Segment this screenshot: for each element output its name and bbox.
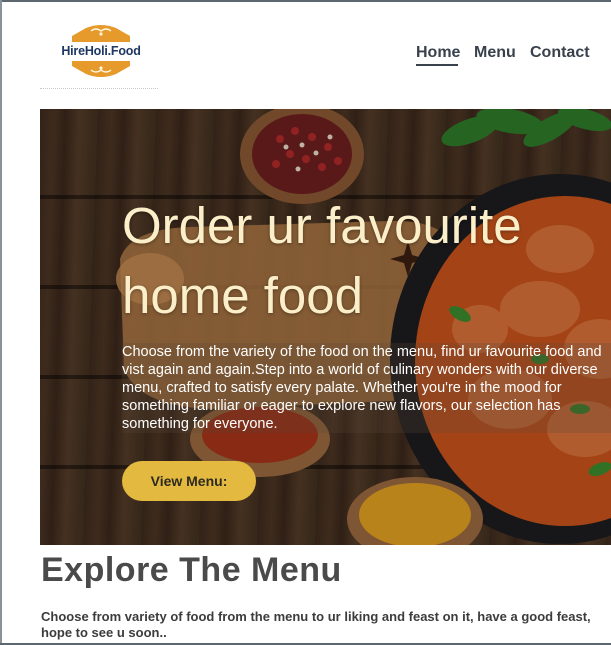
explore-description: Choose from variety of food from the men…: [41, 609, 591, 640]
nav-active-underline: [416, 64, 458, 66]
hero-description: Choose from the variety of the food on t…: [122, 343, 611, 433]
nav-link-home[interactable]: Home: [416, 44, 460, 62]
logo-text: HireHoli.Food: [61, 44, 141, 58]
hero-section: Order ur favourite home food Choose from…: [40, 109, 611, 545]
window-frame-left: [0, 0, 2, 645]
view-menu-button[interactable]: View Menu:: [122, 461, 256, 501]
nav-link-contact[interactable]: Contact: [530, 44, 590, 62]
nav-link-menu[interactable]: Menu: [474, 44, 516, 62]
brand-logo[interactable]: HireHoli.Food: [56, 22, 146, 82]
explore-heading: Explore The Menu: [41, 551, 342, 589]
window-frame-top: [0, 0, 611, 2]
hero-title: Order ur favourite home food: [122, 197, 522, 324]
logo-divider: [40, 88, 158, 89]
